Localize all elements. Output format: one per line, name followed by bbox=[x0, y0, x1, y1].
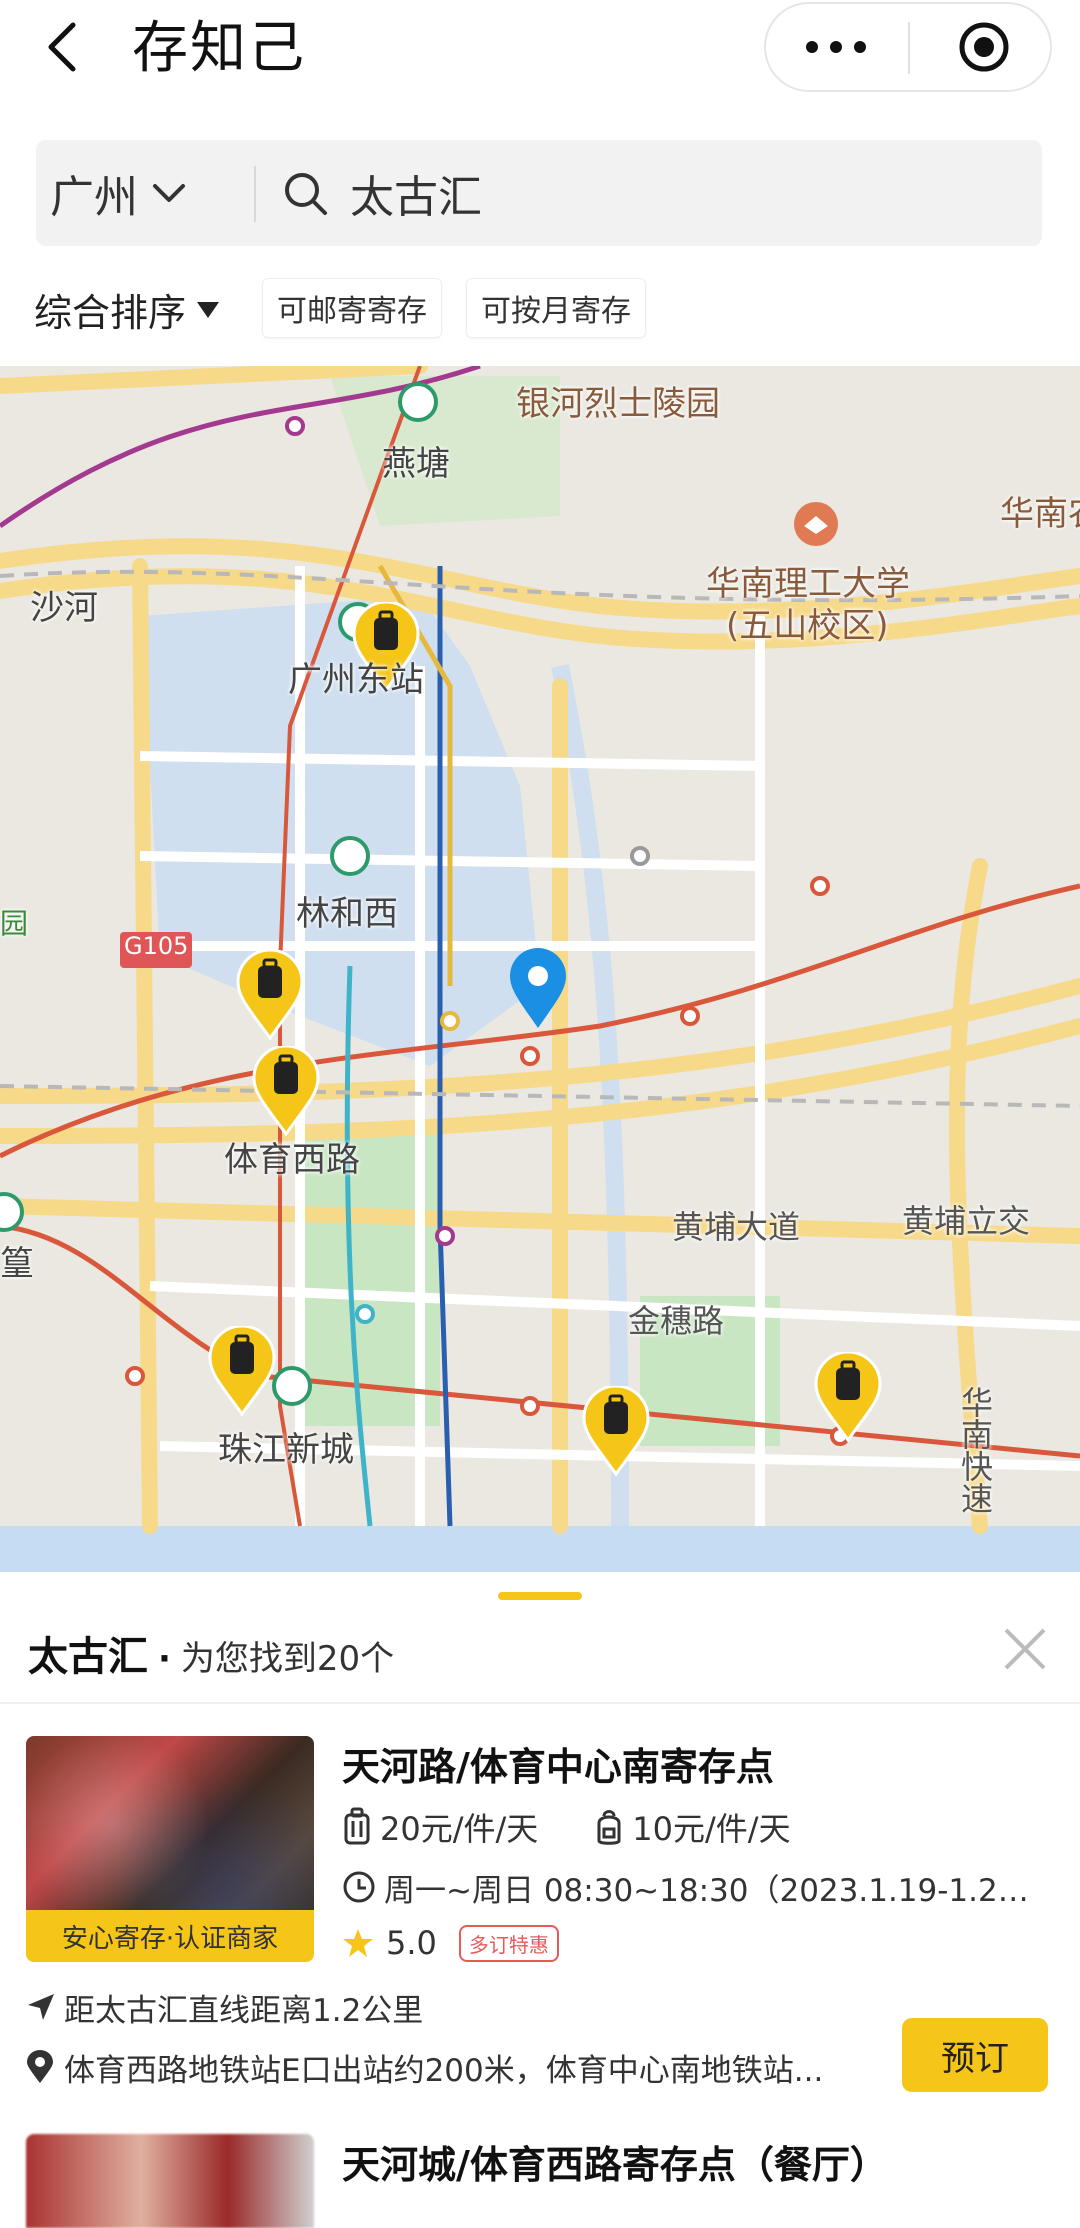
map-pin-icon bbox=[27, 2050, 53, 2083]
page-title: 存知己 bbox=[132, 16, 306, 81]
miniprogram-capsule bbox=[764, 2, 1052, 92]
rating-value: 5.0 bbox=[386, 1924, 437, 1962]
target-icon bbox=[959, 22, 1009, 72]
storage-title: 天河路/体育中心南寄存点 bbox=[342, 1745, 774, 1789]
results-sheet: 太古汇 · 为您找到20个 安心寄存·认证商家 天河路/体育中心南寄存点 20元… bbox=[0, 1572, 1080, 2228]
location-pin[interactable] bbox=[508, 946, 568, 1030]
more-dots-icon bbox=[806, 41, 818, 53]
map-label-scut-campus: (五山校区) bbox=[726, 606, 889, 646]
luggage-pin-icon bbox=[582, 1386, 650, 1476]
clock-icon bbox=[343, 1871, 375, 1903]
more-button[interactable] bbox=[766, 4, 906, 90]
search-input[interactable] bbox=[350, 160, 1010, 226]
map-label-huanan-kuaisu: 华南快速 bbox=[956, 1386, 994, 1514]
address-row: 体育西路地铁站E口出站约200米，体育中心南地铁站... bbox=[26, 2042, 882, 2092]
map-label-guangzhou-east: 广州东站 bbox=[288, 660, 424, 700]
filter-bar: 综合排序 可邮寄寄存 可按月寄存 bbox=[0, 270, 1080, 350]
distance-text: 距太古汇直线距离1.2公里 bbox=[64, 1992, 424, 2029]
map-label-shahe: 沙河 bbox=[30, 588, 98, 628]
hours-row: 周一~周日 08:30~18:30（2023.1.19-1.27不... bbox=[342, 1862, 1042, 1912]
price-bag: 10元/件/天 bbox=[632, 1810, 791, 1848]
metro-line-3 bbox=[0, 1223, 1080, 1459]
price-luggage: 20元/件/天 bbox=[380, 1810, 539, 1848]
star-icon bbox=[343, 1929, 373, 1957]
opening-hours: 周一~周日 08:30~18:30（2023.1.19-1.27不... bbox=[384, 1872, 1042, 1909]
luggage-pin-icon bbox=[252, 1046, 320, 1136]
map-label-huangpu-dadao: 黄埔大道 bbox=[672, 1208, 801, 1246]
map-view[interactable]: 银河烈士陵园 燕塘 华南农 华南理工大学 (五山校区) 沙河 广州东站 林和西 … bbox=[0, 366, 1080, 1572]
chevron-left-icon bbox=[48, 22, 76, 72]
map-label-yantang: 燕塘 bbox=[382, 444, 450, 484]
luggage-pin-icon bbox=[208, 1326, 276, 1416]
close-miniprogram-button[interactable] bbox=[916, 4, 1052, 90]
results-header: 太古汇 · 为您找到20个 bbox=[28, 1624, 394, 1684]
rating-row: 5.0 多订特惠 bbox=[342, 1918, 559, 1968]
caret-down-icon bbox=[197, 301, 220, 318]
sheet-drag-handle[interactable] bbox=[498, 1592, 582, 1600]
map-label-linhexi: 林和西 bbox=[296, 894, 398, 934]
storage-card[interactable]: 安心寄存·认证商家 天河路/体育中心南寄存点 20元/件/天 10元/件/天 周… bbox=[0, 1732, 1080, 2112]
filter-chip-mail[interactable]: 可邮寄寄存 bbox=[262, 278, 442, 338]
certified-badge: 安心寄存·认证商家 bbox=[26, 1910, 314, 1962]
search-icon bbox=[285, 173, 327, 215]
chevron-down-icon bbox=[153, 184, 185, 202]
book-button[interactable]: 预订 bbox=[902, 2018, 1048, 2092]
divider bbox=[0, 1702, 1080, 1704]
storage-title: 天河城/体育西路寄存点（餐厅） bbox=[342, 2143, 888, 2187]
address-text: 体育西路地铁站E口出站约200米，体育中心南地铁站... bbox=[64, 2052, 824, 2089]
results-place: 太古汇 bbox=[28, 1634, 148, 1680]
price-row: 20元/件/天 10元/件/天 bbox=[342, 1802, 791, 1852]
suitcase-icon bbox=[344, 1807, 370, 1845]
results-count: 为您找到20个 bbox=[180, 1639, 395, 1679]
luggage-pin-3[interactable] bbox=[814, 1352, 882, 1442]
map-label-suan: 篁 bbox=[0, 1244, 34, 1284]
map-label-tiyuxilu: 体育西路 bbox=[224, 1140, 360, 1180]
map-label-yinhe: 银河烈士陵园 bbox=[516, 384, 720, 424]
distance-row: 距太古汇直线距离1.2公里 bbox=[26, 1982, 423, 2032]
filter-chip-monthly[interactable]: 可按月寄存 bbox=[466, 278, 646, 338]
location-pin-icon bbox=[510, 948, 566, 1028]
backpack-icon bbox=[597, 1810, 621, 1845]
map-label-jinsuilu: 金穗路 bbox=[628, 1302, 725, 1340]
map-label-yuan: 园 bbox=[0, 907, 29, 940]
luggage-pin-tiyuxilu[interactable] bbox=[252, 1046, 320, 1136]
separator-dot: · bbox=[158, 1639, 171, 1679]
navigation-arrow-icon bbox=[28, 1994, 54, 2020]
search-divider bbox=[254, 166, 256, 222]
luggage-pin-icon bbox=[236, 950, 304, 1040]
luggage-pin-icon bbox=[814, 1352, 882, 1442]
sort-label: 综合排序 bbox=[34, 291, 187, 335]
city-select[interactable]: 广州 bbox=[36, 140, 226, 246]
map-label-huanan-right: 华南农 bbox=[1000, 494, 1080, 534]
city-label: 广州 bbox=[50, 172, 138, 223]
search-bar: 广州 bbox=[36, 140, 1042, 246]
sort-dropdown[interactable]: 综合排序 bbox=[34, 282, 220, 337]
close-icon[interactable] bbox=[1000, 1624, 1050, 1674]
map-label-huangpu-lijiao: 黄埔立交 bbox=[902, 1202, 1031, 1240]
river-area bbox=[0, 1526, 1080, 1572]
capsule-divider bbox=[908, 22, 910, 74]
promo-badge: 多订特惠 bbox=[458, 1924, 559, 1962]
storage-thumbnail bbox=[26, 2134, 314, 2228]
nav-bar: 存知己 bbox=[0, 0, 1080, 120]
luggage-pin-1[interactable] bbox=[236, 950, 304, 1040]
luggage-pin-zhujiang[interactable] bbox=[208, 1326, 276, 1416]
storage-card[interactable]: 天河城/体育西路寄存点（餐厅） bbox=[0, 2134, 1080, 2228]
back-button[interactable] bbox=[28, 12, 98, 82]
map-label-zhujiang-xincheng: 珠江新城 bbox=[218, 1430, 354, 1470]
map-label-g105: G105 bbox=[124, 932, 189, 960]
luggage-pin-2[interactable] bbox=[582, 1386, 650, 1476]
